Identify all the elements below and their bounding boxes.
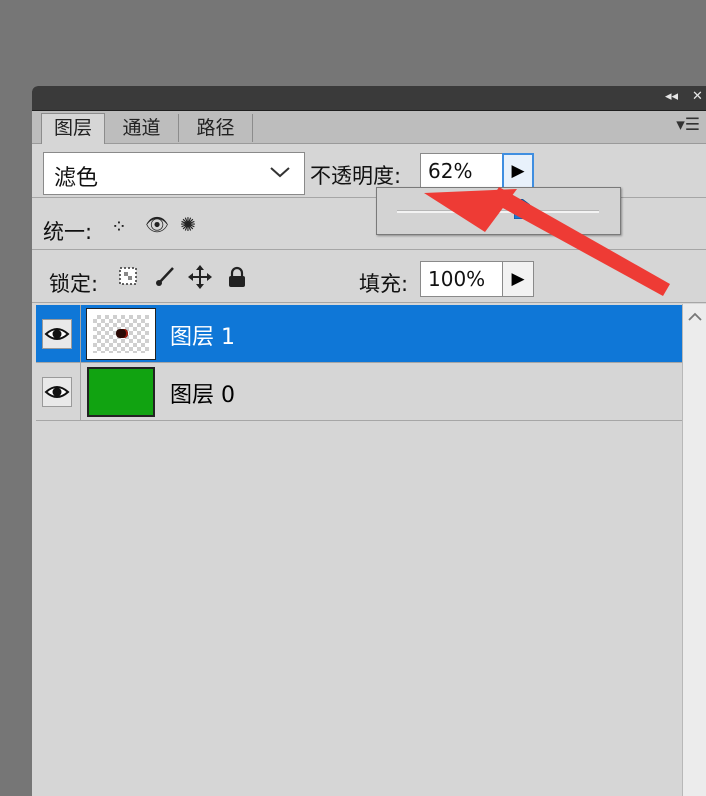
layer-thumbnail[interactable] xyxy=(86,308,156,360)
layer-row[interactable]: 图层 0 xyxy=(36,363,682,421)
lock-label: 锁定: xyxy=(49,272,99,296)
tab-layers[interactable]: 图层 xyxy=(41,113,105,144)
opacity-slider-popup xyxy=(376,187,621,235)
fill-input[interactable]: 100% xyxy=(420,261,503,297)
unify-visibility-icon[interactable]: 👁 xyxy=(145,214,169,236)
unify-label: 统一: xyxy=(43,220,93,244)
divider xyxy=(32,302,706,303)
unify-style-icon[interactable]: ✺ xyxy=(180,214,196,236)
double-chevron-left-icon[interactable]: ◂◂ xyxy=(665,89,678,105)
chevron-down-icon xyxy=(268,157,292,193)
unify-position-icon[interactable]: ⁘ xyxy=(111,216,127,238)
blend-mode-dropdown[interactable]: 滤色 xyxy=(43,152,305,195)
layer-visibility-toggle[interactable] xyxy=(42,377,72,407)
opacity-input[interactable]: 62% xyxy=(420,153,503,189)
tab-paths[interactable]: 路径 xyxy=(179,114,253,142)
triangle-right-icon: ▶ xyxy=(511,161,525,181)
thumbnail-content xyxy=(116,329,128,338)
chevron-up-icon[interactable] xyxy=(683,308,706,328)
opacity-slider-button[interactable]: ▶ xyxy=(502,153,534,189)
layer-row[interactable]: 图层 1 xyxy=(36,305,682,363)
fill-label: 填充: xyxy=(359,272,409,296)
layer-name[interactable]: 图层 0 xyxy=(170,377,235,409)
layer-name[interactable]: 图层 1 xyxy=(170,319,235,351)
fill-slider-button[interactable]: ▶ xyxy=(502,261,534,297)
tab-bar: 图层 通道 路径 ▾☰ xyxy=(32,111,706,144)
blend-mode-value: 滤色 xyxy=(54,166,99,191)
lock-position-icon[interactable] xyxy=(188,265,212,294)
lock-transparent-pixels-icon[interactable] xyxy=(118,266,138,291)
layer-visibility-toggle[interactable] xyxy=(42,319,72,349)
opacity-slider-thumb[interactable] xyxy=(514,199,531,219)
triangle-right-icon: ▶ xyxy=(511,269,525,289)
eye-icon xyxy=(44,328,70,340)
divider xyxy=(80,363,81,421)
layers-scrollbar[interactable] xyxy=(682,304,706,796)
divider xyxy=(32,249,706,250)
close-icon[interactable]: ✕ xyxy=(692,89,703,105)
panel-menu-icon[interactable]: ▾☰ xyxy=(676,115,700,135)
panel-titlebar: ◂◂ ✕ xyxy=(32,86,706,111)
lock-image-pixels-icon[interactable] xyxy=(154,265,176,292)
eye-icon xyxy=(44,386,70,398)
layers-panel: ◂◂ ✕ 图层 通道 路径 ▾☰ 滤色 不透明度: 62% ▶ 统一: ⁘ 👁 … xyxy=(32,86,706,796)
lock-all-icon[interactable] xyxy=(226,266,248,293)
opacity-label: 不透明度: xyxy=(310,164,402,188)
layer-thumbnail[interactable] xyxy=(87,367,155,417)
tab-channels[interactable]: 通道 xyxy=(105,114,179,142)
opacity-slider-track[interactable] xyxy=(397,210,599,213)
divider xyxy=(80,305,81,363)
